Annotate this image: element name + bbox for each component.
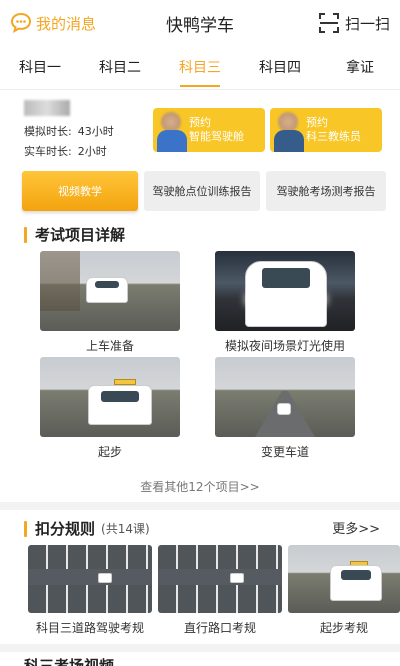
exam-video-section-title: 科三考场视频 <box>24 657 115 666</box>
real-duration: 实车时长: 2小时 <box>24 145 107 158</box>
tab-subject-3[interactable]: 科目三 <box>160 48 240 89</box>
exam-item-caption: 起步 <box>97 445 122 459</box>
cockpit-training-report-button[interactable]: 驾驶舱点位训练报告 <box>144 171 260 211</box>
divider <box>0 644 400 652</box>
subject-tabs: 科目一 科目二 科目三 科目四 拿证 <box>0 48 400 90</box>
exam-item[interactable]: 变更车道 <box>215 357 355 460</box>
deduction-item-caption: 直行路口考规 <box>183 621 256 635</box>
deduction-more-link[interactable]: 更多>> <box>332 518 380 537</box>
deduction-section-title: 扣分规则 (共14课) <box>24 518 150 539</box>
book-smart-cockpit-button[interactable]: 预约 智能驾驶舱 <box>153 108 265 152</box>
sim-duration: 模拟时长: 43小时 <box>24 125 114 138</box>
deduction-item[interactable]: 起步考规 <box>288 545 400 636</box>
exam-item-caption: 上车准备 <box>85 339 134 353</box>
cockpit-exam-report-button[interactable]: 驾驶舱考场测考报告 <box>266 171 386 211</box>
deduction-item[interactable]: 直行路口考规 <box>158 545 282 636</box>
top-bar: 我的消息 快鸭学车 扫一扫 <box>0 0 400 46</box>
user-info: 模拟时长: 43小时 实车时长: 2小时 <box>24 100 114 162</box>
tab-license[interactable]: 拿证 <box>320 48 400 89</box>
tab-subject-1[interactable]: 科目一 <box>0 48 80 89</box>
scan-label: 扫一扫 <box>344 14 390 33</box>
deduction-item-caption: 起步考规 <box>319 621 368 635</box>
scan-button[interactable]: 扫一扫 <box>318 13 390 34</box>
divider <box>0 502 400 510</box>
avatar <box>270 108 306 152</box>
user-name <box>24 100 70 116</box>
exam-item-caption: 模拟夜间场景灯光使用 <box>224 339 345 353</box>
tab-subject-4[interactable]: 科目四 <box>240 48 320 89</box>
report-buttons: 视频教学 驾驶舱点位训练报告 驾驶舱考场测考报告 <box>22 171 386 211</box>
lesson-count: (共14课) <box>101 522 150 536</box>
chat-bubble-icon <box>10 12 32 34</box>
intersection-photo <box>158 545 282 613</box>
deduction-item[interactable]: 科目三道路驾驶考规 <box>28 545 152 636</box>
scan-icon <box>318 13 339 33</box>
car-roadside-photo <box>40 251 180 331</box>
messages-button[interactable]: 我的消息 <box>10 12 96 34</box>
exam-item[interactable]: 上车准备 <box>40 251 180 354</box>
car-night-lights-photo <box>215 251 355 331</box>
exam-item[interactable]: 模拟夜间场景灯光使用 <box>215 251 355 354</box>
booking-line1: 预约 <box>306 116 328 129</box>
booking-line2: 科三教练员 <box>306 130 361 143</box>
exam-item[interactable]: 起步 <box>40 357 180 460</box>
booking-line1: 预约 <box>189 116 211 129</box>
lane-change-photo <box>215 357 355 437</box>
car-start-photo <box>288 545 400 613</box>
car-start-photo <box>40 357 180 437</box>
booking-line2: 智能驾驶舱 <box>189 130 244 143</box>
book-coach-button[interactable]: 预约 科三教练员 <box>270 108 382 152</box>
exam-section-title: 考试项目详解 <box>24 224 125 245</box>
intersection-photo <box>28 545 152 613</box>
tab-subject-2[interactable]: 科目二 <box>80 48 160 89</box>
video-teaching-button[interactable]: 视频教学 <box>22 171 138 211</box>
exam-item-caption: 变更车道 <box>260 445 309 459</box>
deduction-item-caption: 科目三道路驾驶考规 <box>35 621 144 635</box>
view-more-link[interactable]: 查看其他12个项目>> <box>0 478 400 495</box>
messages-label: 我的消息 <box>36 14 97 33</box>
avatar <box>153 108 189 152</box>
